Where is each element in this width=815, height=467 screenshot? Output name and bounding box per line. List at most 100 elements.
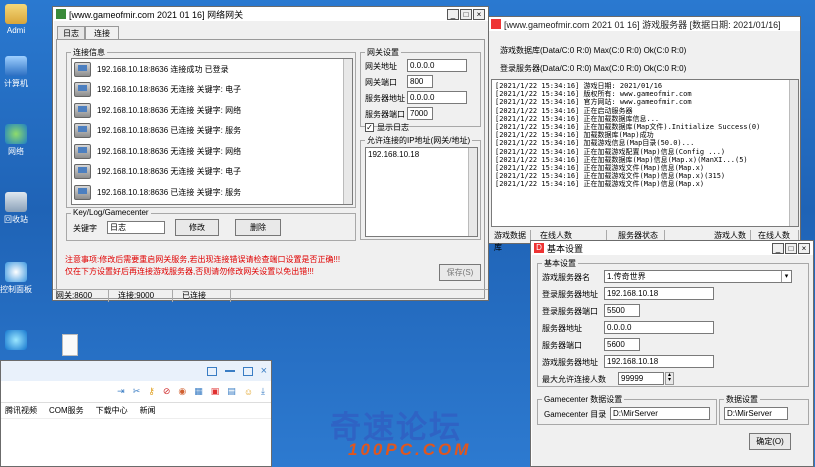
desktop-icon-ie[interactable]: [0, 330, 32, 352]
tab-panel: 连接信息 192.168.10.18:8636 连接成功 已登录 192.168.…: [56, 39, 485, 299]
log-line: [2021/1/22 15:34:16] 正在启动服务器: [495, 106, 633, 115]
scrollbar[interactable]: [343, 59, 352, 204]
gamecenter-dir-input[interactable]: D:\MirServer: [610, 407, 710, 420]
gamecenter-group: Gamecenter 数据设置 Gamecenter 目录 D:\MirServ…: [537, 394, 717, 425]
gateway-address-input[interactable]: 0.0.0.0: [407, 59, 467, 72]
desktop-icon-control[interactable]: 控制面板: [0, 262, 32, 295]
tools-icon[interactable]: ✂: [133, 386, 141, 397]
maximize-button[interactable]: □: [785, 242, 797, 254]
warning-text-2: 仅在下方设置好后再连接游戏服务器,否则请勿修改网关设置以免出错!!!: [65, 267, 314, 276]
log-line: [2021/1/22 15:34:16] 正在加载游戏配置(Map)信息(Con…: [495, 147, 726, 156]
max-connections-input[interactable]: 99999: [618, 372, 664, 385]
settings-window-title: 基本设置: [547, 243, 584, 254]
allowed-ip-group: 允许连接的IP地址(网关/地址) 192.168.10.18: [360, 135, 481, 240]
log-line: [2021/1/22 15:34:16] 游戏日期: 2021/01/16: [495, 82, 663, 90]
scrollbar[interactable]: [789, 80, 798, 226]
table-row[interactable]: 192.168.10.18:8636 已连接 关键字: 服务: [72, 121, 352, 142]
gateway-window-titlebar[interactable]: [www.gameofmir.com 2021 01 16] 网络网关 _ □ …: [53, 7, 488, 21]
restore-icon[interactable]: [242, 366, 253, 376]
window-icon[interactable]: [206, 366, 217, 376]
control-panel-icon: [5, 262, 27, 282]
data-settings-group: 数据设置 D:\MirServer: [719, 394, 809, 425]
connection-label: 192.168.10.18:8636 无连接 关键字: 电子: [97, 167, 242, 177]
server-port-input[interactable]: 5600: [604, 338, 640, 351]
bookmark-item[interactable]: 下载中心: [96, 405, 128, 416]
network-icon: [5, 124, 27, 144]
settings-window-titlebar[interactable]: D 基本设置 _ □ ×: [531, 241, 813, 255]
tab-log[interactable]: 日志: [57, 26, 85, 40]
grid-icon[interactable]: ▤: [227, 386, 236, 397]
modify-button[interactable]: 修改: [175, 219, 219, 236]
table-row[interactable]: 192.168.10.18:8636 无连接 关键字: 电子: [72, 162, 352, 183]
server-address-input[interactable]: 0.0.0.0: [407, 91, 467, 104]
extension-icon[interactable]: ◉: [178, 386, 186, 397]
minimize-button[interactable]: _: [447, 8, 459, 20]
close-icon[interactable]: ×: [261, 365, 267, 377]
file-icon[interactable]: [62, 334, 78, 356]
bookmark-item[interactable]: 腾讯视频: [5, 405, 37, 416]
log-line: [2021/1/22 15:34:16] 正在加载数据库(Map)信息(Map.…: [495, 155, 748, 164]
allowed-ip-entry: 192.168.10.18: [368, 150, 420, 159]
tab-strip: 日志 连接: [57, 26, 119, 40]
log-line: [2021/1/22 15:34:16] 正在加载游戏文件(Map)信息(Map…: [495, 180, 705, 189]
show-log-checkbox[interactable]: ✓ 显示日志: [365, 122, 409, 133]
server-port-input[interactable]: 7000: [407, 107, 433, 120]
server-name-select[interactable]: 1.传奇世界 ▾: [604, 270, 792, 283]
game-server-address-input[interactable]: 192.168.10.18: [604, 355, 714, 368]
app-store-icon[interactable]: ▣: [211, 386, 220, 397]
log-line: [2021/1/22 15:34:16] 正在加载数据库信息...: [495, 114, 660, 123]
folder-icon: [5, 4, 27, 24]
computer-icon: [74, 164, 91, 180]
gateway-window: [www.gameofmir.com 2021 01 16] 网络网关 _ □ …: [52, 6, 489, 302]
ok-button[interactable]: 确定(O): [749, 433, 791, 450]
block-icon[interactable]: ⊘: [163, 386, 171, 397]
server-window-titlebar[interactable]: [www.gameofmir.com 2021 01 16] 游戏服务器 [数据…: [488, 17, 800, 31]
save-button[interactable]: 保存(S): [439, 264, 481, 281]
browser-toolbar: ⇥ ✂ ⚷ ⊘ ◉ ▦ ▣ ▤ ☺ ⤓: [1, 381, 271, 403]
table-row[interactable]: 192.168.10.18:8636 无连接 关键字: 电子: [72, 80, 352, 101]
login-server-address-input[interactable]: 192.168.10.18: [604, 287, 714, 300]
tab-connection[interactable]: 连接: [85, 26, 119, 40]
connection-list[interactable]: 192.168.10.18:8636 连接成功 已登录 192.168.10.18…: [71, 58, 353, 205]
delete-button[interactable]: 删除: [235, 219, 281, 236]
browser-icon: [5, 330, 27, 350]
gateway-window-title: [www.gameofmir.com 2021 01 16] 网络网关: [69, 9, 244, 20]
scrollbar[interactable]: [468, 148, 477, 236]
minimize-button[interactable]: _: [772, 242, 784, 254]
log-line: [2021/1/22 15:34:16] 正在加载游戏文件(Map)信息(Map…: [495, 164, 705, 173]
bookmark-item[interactable]: 新闻: [140, 405, 156, 416]
desktop-icon-admin[interactable]: Admi: [0, 4, 32, 35]
close-button[interactable]: ×: [798, 242, 810, 254]
spinner-icon[interactable]: ▴ ▾: [665, 372, 674, 385]
desktop-icon-network[interactable]: 网络: [0, 124, 32, 157]
server-log[interactable]: [2021/1/22 15:34:16] 游戏日期: 2021/01/16 [20…: [491, 79, 799, 227]
close-button[interactable]: ×: [473, 8, 485, 20]
login-icon[interactable]: ⇥: [117, 386, 125, 397]
keyword-input[interactable]: 日志: [107, 221, 165, 234]
maximize-button[interactable]: □: [460, 8, 472, 20]
minimize-icon[interactable]: [224, 370, 235, 372]
login-server-port-input[interactable]: 5500: [604, 304, 640, 317]
table-row[interactable]: 192.168.10.18:8636 无连接 关键字: 网络: [72, 100, 352, 121]
desktop-icon-computer[interactable]: 计算机: [0, 56, 32, 89]
chevron-down-icon[interactable]: ▾: [781, 271, 791, 282]
table-row[interactable]: 192.168.10.18:8636 连接成功 已登录: [72, 59, 352, 80]
emoji-icon[interactable]: ☺: [244, 387, 253, 397]
calendar-icon[interactable]: ▦: [194, 386, 203, 397]
table-row[interactable]: 192.168.10.18:8636 无连接 关键字: 网络: [72, 141, 352, 162]
basic-settings-group: 基本设置 游戏服务器名 1.传奇世界 ▾ 登录服务器地址 192.168.10.…: [537, 258, 809, 387]
key-icon[interactable]: ⚷: [148, 386, 155, 397]
data-dir-input[interactable]: D:\MirServer: [724, 407, 788, 420]
allowed-ip-list[interactable]: 192.168.10.18: [365, 147, 478, 237]
bookmark-item[interactable]: COM服务: [49, 405, 84, 416]
check-icon: ✓: [365, 123, 374, 132]
server-address-input[interactable]: 0.0.0.0: [604, 321, 714, 334]
connection-label: 192.168.10.18:8636 无连接 关键字: 网络: [97, 105, 242, 115]
table-row[interactable]: 192.168.10.18:8636 已连接 关键字: 服务: [72, 182, 352, 203]
watermark-subtitle: 100PC.COM: [348, 440, 472, 459]
desktop-icon-recycle[interactable]: 回收站: [0, 192, 32, 225]
gateway-port-input[interactable]: 800: [407, 75, 433, 88]
download-icon[interactable]: ⤓: [261, 386, 265, 397]
browser-titlebar[interactable]: ×: [1, 361, 271, 381]
app-icon: [491, 19, 501, 29]
